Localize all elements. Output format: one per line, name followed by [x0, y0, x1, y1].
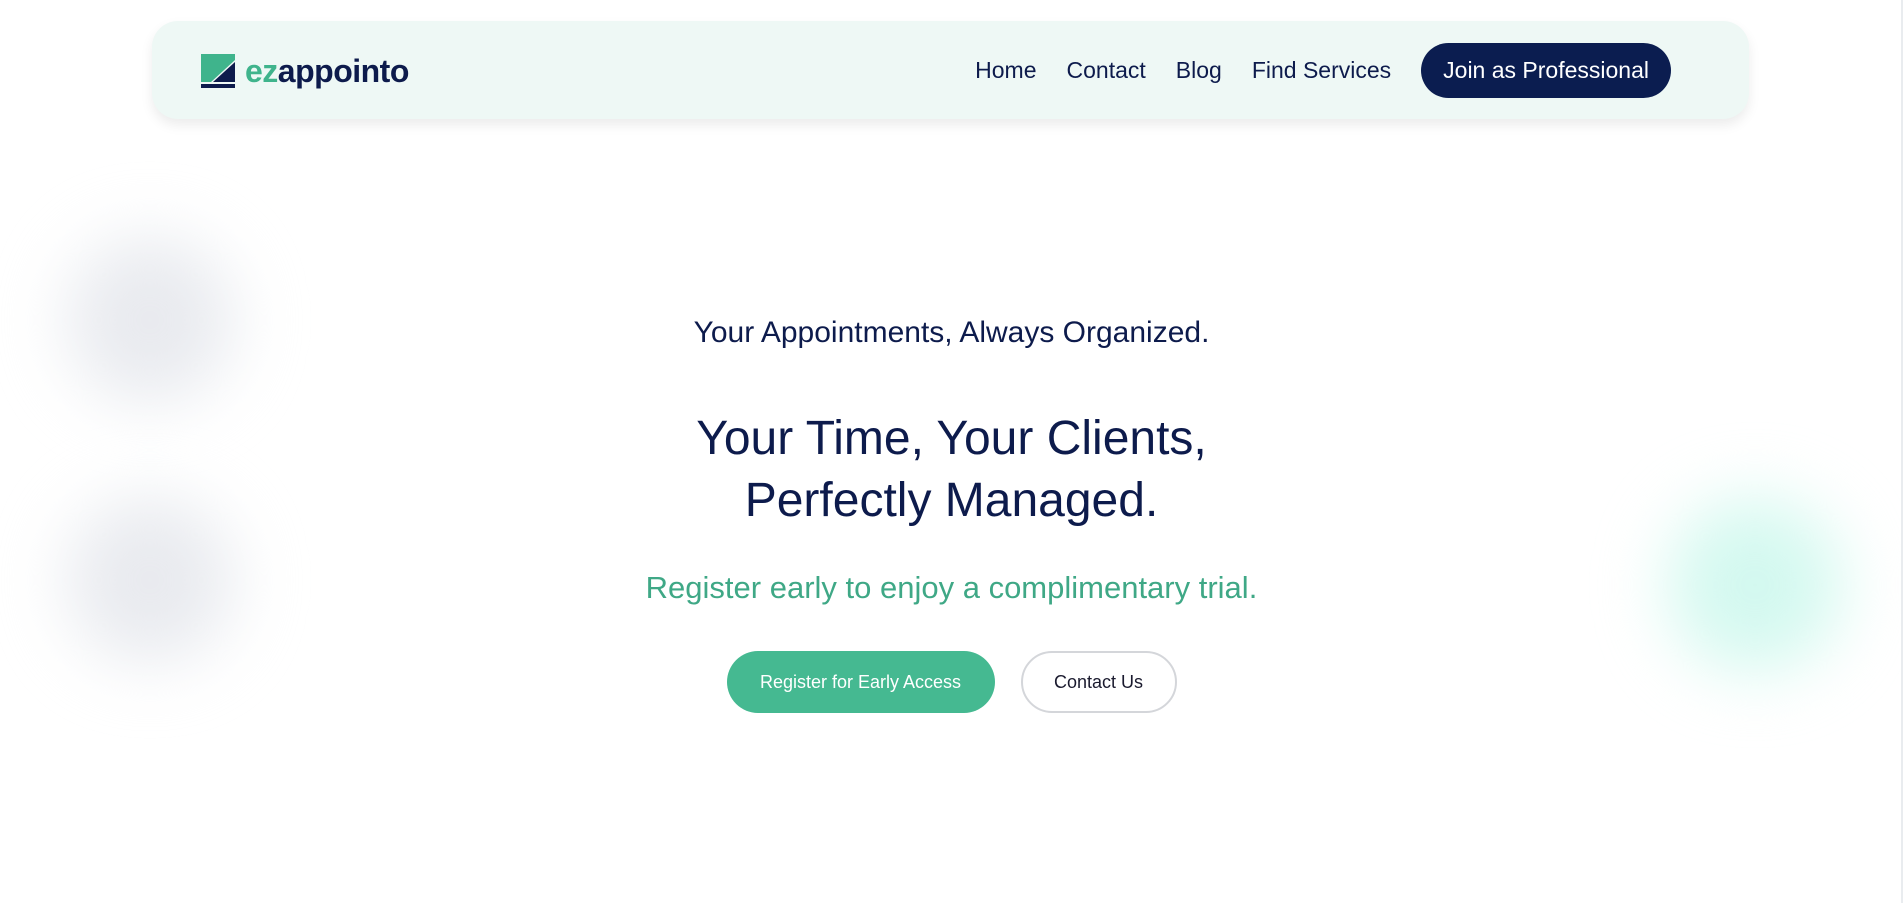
main-nav: Home Contact Blog Find Services Join as … [975, 43, 1671, 98]
register-early-access-button[interactable]: Register for Early Access [726, 651, 995, 713]
join-as-professional-button[interactable]: Join as Professional [1421, 43, 1671, 98]
logo-name: appointo [277, 53, 410, 89]
hero-headline-line-1: Your Time, Your Clients, [696, 412, 1207, 465]
contact-us-button[interactable]: Contact Us [1020, 651, 1177, 713]
top-navigation-bar: ezappointo Home Contact Blog Find Servic… [152, 21, 1749, 119]
hero-headline: Your Time, Your Clients, Perfectly Manag… [0, 408, 1903, 532]
hero-cta-row: Register for Early Access Contact Us [0, 651, 1903, 713]
logo-mark-icon [201, 54, 235, 88]
nav-link-home[interactable]: Home [975, 57, 1036, 84]
hero-headline-line-2: Perfectly Managed. [744, 474, 1159, 527]
site-logo[interactable]: ezappointo [201, 51, 409, 91]
nav-link-blog[interactable]: Blog [1176, 57, 1222, 84]
nav-link-contact[interactable]: Contact [1067, 57, 1146, 84]
hero-subline: Register early to enjoy a complimentary … [645, 570, 1258, 605]
logo-prefix: ez [245, 53, 278, 89]
hero-tagline: Your Appointments, Always Organized. [693, 316, 1210, 349]
nav-link-find-services[interactable]: Find Services [1252, 57, 1391, 84]
logo-wordmark: ezappointo [245, 55, 409, 87]
